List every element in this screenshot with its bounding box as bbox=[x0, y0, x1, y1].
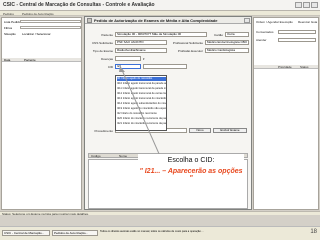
col-data[interactable]: Data bbox=[4, 58, 10, 62]
cid-option[interactable]: I211 Infarto agudo transmural da parede … bbox=[117, 87, 166, 91]
right-table-header: Prioridade Status bbox=[254, 65, 318, 69]
title-bar: CSIC - Central de Marcação de Consultas … bbox=[0, 0, 320, 11]
paciente-field[interactable]: Simulação 00 - 90637077 Mãe da Simulação… bbox=[115, 32, 207, 37]
instruction-callout: Escolha o CID: " I21... – Aparecerão as … bbox=[138, 154, 244, 182]
col-nome[interactable]: Nome bbox=[119, 154, 127, 158]
novo-button[interactable]: Novo bbox=[189, 128, 211, 133]
doencas-label: Doenças bbox=[101, 57, 113, 61]
filtros-label: Filtros bbox=[4, 26, 13, 30]
callout-subtitle: " I21... – Aparecerão as opções " bbox=[139, 168, 243, 182]
atender-label: Atender bbox=[256, 38, 267, 42]
status-bar: Status: Selecione um Exame na lista para… bbox=[0, 211, 320, 216]
dialog-title: Pedido de Autorização de Exames de Média… bbox=[94, 18, 218, 23]
lista-pedidos-field[interactable] bbox=[20, 20, 81, 23]
filtros-field[interactable] bbox=[20, 26, 81, 29]
status-text: Status: Selecione um Exame na lista para… bbox=[2, 212, 89, 216]
cartao-select[interactable]: Outra bbox=[225, 32, 249, 37]
right-panel: Ordem / Agendar Execução Reenviar Guia C… bbox=[253, 17, 319, 210]
close-button[interactable] bbox=[311, 2, 318, 8]
cid-option[interactable]: I22 Infarto do miocárdio recorrente bbox=[117, 112, 166, 116]
application-window: CSIC - Central de Marcação de Consultas … bbox=[0, 0, 320, 240]
profissional-solicitante-label: Profissional Solicitante bbox=[172, 41, 203, 45]
task-csic[interactable]: CSIC - Central de Marcação... bbox=[2, 230, 50, 236]
doencas-dropdown-icon[interactable]: ▾ bbox=[143, 57, 145, 61]
dialog-header: Pedido de Autorização de Exames de Média… bbox=[85, 17, 251, 24]
minimize-button[interactable] bbox=[295, 2, 302, 8]
procedimento-label: Procedimento bbox=[94, 129, 113, 133]
cid-option[interactable]: I219 Infarto agudo do miocárdio não espe… bbox=[117, 107, 166, 111]
cid-option[interactable]: I210 Infarto agudo transmural da parede … bbox=[117, 82, 166, 86]
tipo-exame-label: Tipo de Exame bbox=[92, 49, 113, 53]
cid-options-dropdown[interactable]: I21 Infarto agudo do miocárdio I210 Infa… bbox=[115, 75, 167, 131]
page-number: 18 bbox=[310, 229, 317, 235]
cid-option[interactable]: I212 Infarto agudo transmural de outras … bbox=[117, 92, 166, 96]
cid-label: CID bbox=[107, 65, 113, 69]
profissional-solicitante-field[interactable]: Médico Endocrinologista CBO 225155 bbox=[205, 40, 249, 45]
situacao-value[interactable]: Localizar / Selecionar bbox=[22, 32, 51, 36]
cid-option[interactable]: I220 Infarto do miocárdio recorrente da … bbox=[117, 117, 166, 121]
document-icon bbox=[87, 18, 92, 23]
maximize-button[interactable] bbox=[303, 2, 310, 8]
conveniados-label: Conveniados bbox=[256, 30, 274, 34]
dialog-close-button[interactable] bbox=[244, 18, 250, 23]
excluir-exame-button[interactable]: Excluir Exame bbox=[213, 128, 247, 133]
left-table-header: Data Paciente bbox=[2, 58, 81, 62]
cid-option[interactable]: I221 Infarto do miocárdio recorrente da … bbox=[117, 122, 166, 126]
window-title: CSIC - Central de Marcação de Consultas … bbox=[3, 2, 155, 8]
cns-solicitante-field[interactable]: PSF SAO JACINTO bbox=[115, 40, 167, 45]
window-controls bbox=[295, 2, 318, 8]
link-ordem-agendar[interactable]: Ordem / Agendar Execução bbox=[256, 20, 293, 24]
link-reenviar-guia[interactable]: Reenviar Guia bbox=[298, 20, 317, 24]
profissao-executor-field[interactable]: Médico Cardiologista bbox=[205, 48, 249, 53]
atender-field[interactable] bbox=[278, 38, 316, 42]
callout-title: Escolha o CID: bbox=[167, 157, 215, 164]
col-codigo[interactable]: Código bbox=[91, 154, 101, 158]
col-status[interactable]: Status bbox=[300, 65, 309, 69]
tipo-exame-select[interactable]: Rádio/Auxiliar/Exame bbox=[115, 48, 167, 53]
cid-option[interactable]: I21 Infarto agudo do miocárdio bbox=[117, 77, 166, 81]
taskbar: CSIC - Central de Marcação... Pedidos de… bbox=[0, 226, 320, 240]
cid-option[interactable]: I213 Infarto agudo transmural do miocárd… bbox=[117, 97, 166, 101]
conveniados-field[interactable] bbox=[278, 30, 316, 34]
cid-option[interactable]: I214 Infarto agudo subendocárdico do mio… bbox=[117, 102, 166, 106]
doencas-field[interactable] bbox=[115, 56, 141, 61]
menu-item-pedidos-autorizacao[interactable]: Pedidos de Autorização bbox=[22, 12, 54, 16]
profissao-executor-label: Profissão Executor bbox=[177, 49, 203, 53]
cartao-label: Cartão bbox=[213, 33, 223, 37]
paciente-label: Paciente bbox=[101, 33, 113, 37]
cns-solicitante-label: CNS Solicitante bbox=[91, 41, 113, 45]
col-paciente[interactable]: Paciente bbox=[24, 58, 36, 62]
cid-description-field[interactable] bbox=[143, 64, 187, 69]
task-pedidos-autorizacao[interactable]: Pedidos de Autorização... bbox=[52, 230, 98, 236]
left-panel: Lista Pedidos Filtros Situação Localizar… bbox=[1, 17, 82, 210]
menu-item-pedidos[interactable]: Pedidos bbox=[3, 12, 14, 16]
cid-input[interactable]: I21 bbox=[115, 64, 141, 69]
situacao-label: Situação bbox=[4, 32, 16, 36]
taskbar-note: Todos os direitos autorais estão no manu… bbox=[100, 230, 204, 233]
col-prioridade[interactable]: Prioridade bbox=[278, 65, 292, 69]
